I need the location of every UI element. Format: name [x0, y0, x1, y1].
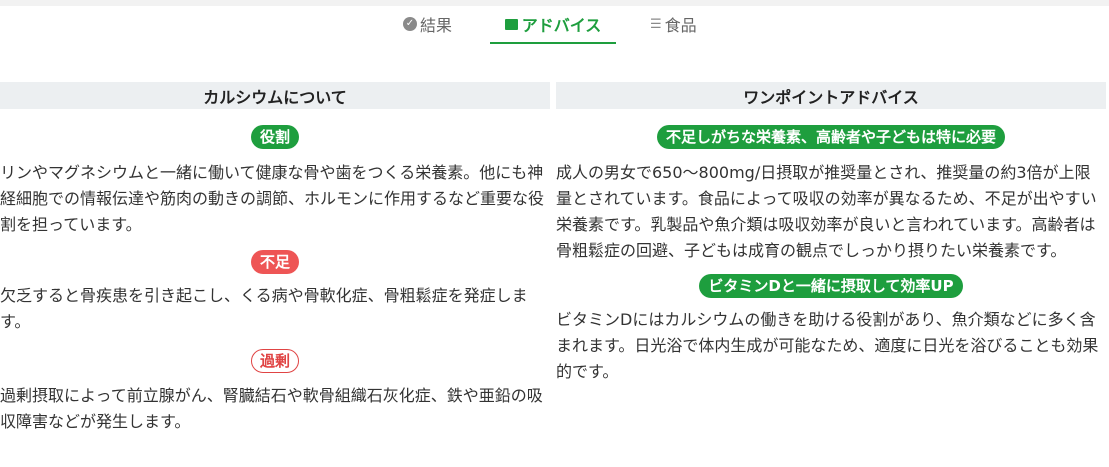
advice-tag-row-2: ビタミンDと一緒に摂取して効率UP — [556, 274, 1106, 298]
role-tag: 役割 — [250, 125, 299, 149]
advice-text-1: 成人の男女で650～800mg/日摂取が推奨量とされ、推奨量の約3倍が上限量とさ… — [556, 163, 1097, 260]
tab-food-label: 食品 — [664, 16, 697, 35]
role-tag-row: 役割 — [0, 125, 550, 149]
excess-tag: 過剰 — [250, 349, 299, 373]
role-text: リンやマグネシウムと一緒に働いて健康な骨や歯をつくる栄養素。他にも神経細胞での情… — [0, 163, 545, 234]
list-icon: ☰ — [650, 16, 662, 32]
tab-bar: ✓ 結果 アドバイス ☰ 食品 — [0, 6, 1109, 44]
excess-tag-row: 過剰 — [0, 349, 550, 373]
advice-text-2: ビタミンDにはカルシウムの働きを助ける役割があり、魚介類などに多く含まれます。日… — [556, 310, 1099, 381]
tab-advice-label: アドバイス — [521, 16, 602, 35]
advice-column: ワンポイントアドバイス 不足しがちな栄養素、高齢者や子どもは特に必要 成人の男女… — [556, 82, 1106, 385]
tab-result-label: 結果 — [420, 16, 453, 35]
deficiency-text: 欠乏すると骨疾患を引き起こし、くる病や骨軟化症、骨粗鬆症を発症します。 — [0, 286, 528, 331]
deficiency-tag: 不足 — [250, 250, 299, 274]
flag-icon — [504, 18, 518, 30]
tab-result[interactable]: ✓ 結果 — [403, 6, 452, 42]
tab-advice[interactable]: アドバイス — [490, 6, 616, 44]
advice-tag-2: ビタミンDと一緒に摂取して効率UP — [699, 274, 963, 298]
advice-header: ワンポイントアドバイス — [556, 82, 1106, 109]
calcium-info-column: カルシウムについて 役割 リンやマグネシウムと一緒に働いて健康な骨や歯をつくる栄… — [0, 82, 550, 435]
check-circle-icon: ✓ — [403, 17, 417, 31]
tab-food[interactable]: ☰ 食品 — [650, 6, 697, 42]
advice-tag-1: 不足しがちな栄養素、高齢者や子どもは特に必要 — [656, 125, 1005, 149]
deficiency-tag-row: 不足 — [0, 250, 550, 274]
advice-tag-row-1: 不足しがちな栄養素、高齢者や子どもは特に必要 — [556, 125, 1106, 149]
calcium-info-header: カルシウムについて — [0, 82, 550, 109]
excess-text: 過剰摂取によって前立腺がん、腎臓結石や軟骨組織石灰化症、鉄や亜鉛の吸収障害などが… — [0, 386, 543, 431]
